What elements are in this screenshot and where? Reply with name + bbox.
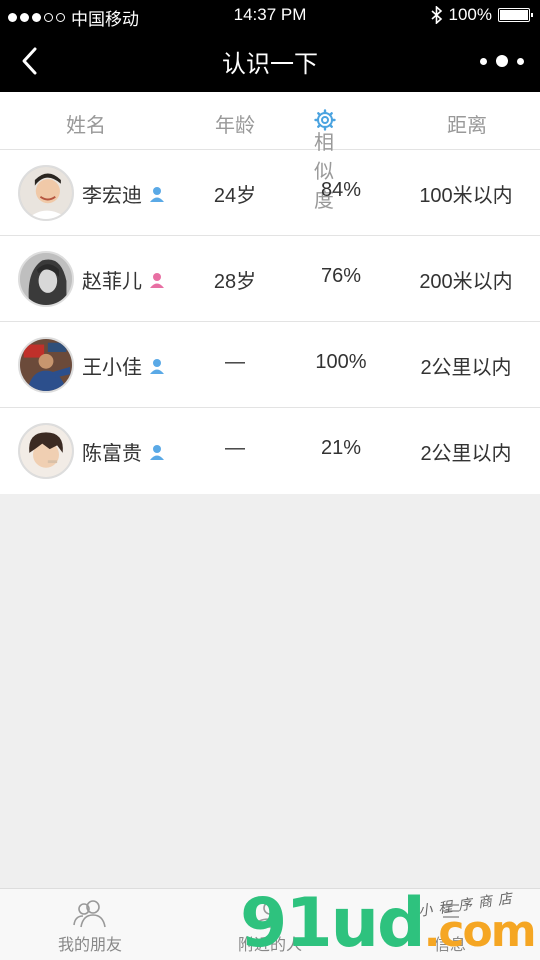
person-name-cell: 陈富贵 [82, 437, 164, 466]
person-age: — [225, 437, 245, 459]
avatar[interactable] [18, 165, 74, 221]
nearby-icon [257, 901, 283, 928]
person-name: 李宏迪 [82, 185, 142, 207]
tab-label: 我的朋友 [57, 937, 122, 954]
table-row[interactable]: 陈富贵 — 21% 2公里以内 [0, 408, 540, 494]
person-distance: 2公里以内 [420, 357, 512, 379]
navigation-bar: 认识一下 [0, 30, 540, 92]
person-name: 陈富贵 [82, 443, 142, 465]
column-header-distance[interactable]: 距离 [447, 109, 487, 138]
person-name-cell: 王小佳 [82, 351, 164, 380]
person-name-cell: 赵菲儿 [82, 265, 164, 294]
page-title: 认识一下 [222, 51, 318, 78]
battery-percent: 100% [448, 5, 492, 24]
tab-nearby-people[interactable]: 附近的人 [180, 889, 360, 960]
avatar[interactable] [18, 423, 74, 479]
status-bar: 中国移动 14:37 PM 100% [0, 0, 540, 30]
table-row[interactable]: 王小佳 — 100% 2公里以内 [0, 322, 540, 408]
person-distance: 100米以内 [419, 185, 513, 207]
column-header-similarity[interactable]: 相似度 [314, 109, 336, 212]
more-dot-icon [480, 57, 487, 65]
person-name-cell: 李宏迪 [82, 179, 164, 208]
person-distance: 200米以内 [419, 271, 513, 293]
avatar[interactable] [18, 251, 74, 307]
status-right: 100% [430, 5, 533, 25]
table-header: 姓名 年龄 相似度 距离 [0, 92, 540, 212]
avatar[interactable] [18, 337, 74, 393]
male-user-icon [150, 444, 164, 460]
people-table: 姓名 年龄 相似度 距离 李宏迪 24岁 84% 100米以内 赵菲儿 28岁 … [0, 92, 540, 494]
person-age: — [225, 351, 245, 373]
person-similarity: 100% [315, 351, 367, 373]
person-age: 28岁 [213, 271, 257, 293]
person-age: 24岁 [213, 185, 257, 207]
person-distance: 2公里以内 [420, 443, 512, 465]
male-user-icon [150, 358, 164, 374]
table-row[interactable]: 赵菲儿 28岁 76% 200米以内 [0, 236, 540, 322]
table-row[interactable]: 李宏迪 24岁 84% 100米以内 [0, 150, 540, 236]
column-header-age[interactable]: 年龄 [215, 109, 255, 138]
female-user-icon [150, 272, 164, 288]
person-similarity: 76% [320, 265, 362, 287]
column-header-name[interactable]: 姓名 [66, 109, 106, 138]
person-similarity: 84% [320, 179, 362, 201]
message-icon [443, 904, 459, 918]
more-dot-icon [496, 55, 508, 67]
battery-icon [498, 8, 533, 22]
male-user-icon [150, 186, 164, 202]
tab-my-friends[interactable]: 我的朋友 [0, 889, 180, 960]
bluetooth-icon [430, 6, 442, 24]
person-name: 王小佳 [82, 357, 142, 379]
person-name: 赵菲儿 [82, 271, 142, 293]
more-dot-icon [517, 57, 524, 65]
person-similarity: 21% [320, 437, 362, 459]
tab-messages[interactable]: 信息 [360, 889, 540, 960]
tab-bar: 我的朋友 附近的人 信息 [0, 888, 540, 960]
tab-label: 附近的人 [237, 937, 302, 954]
tab-label: 信息 [433, 937, 466, 954]
more-options-button[interactable] [480, 50, 524, 72]
friends-icon [73, 900, 106, 928]
